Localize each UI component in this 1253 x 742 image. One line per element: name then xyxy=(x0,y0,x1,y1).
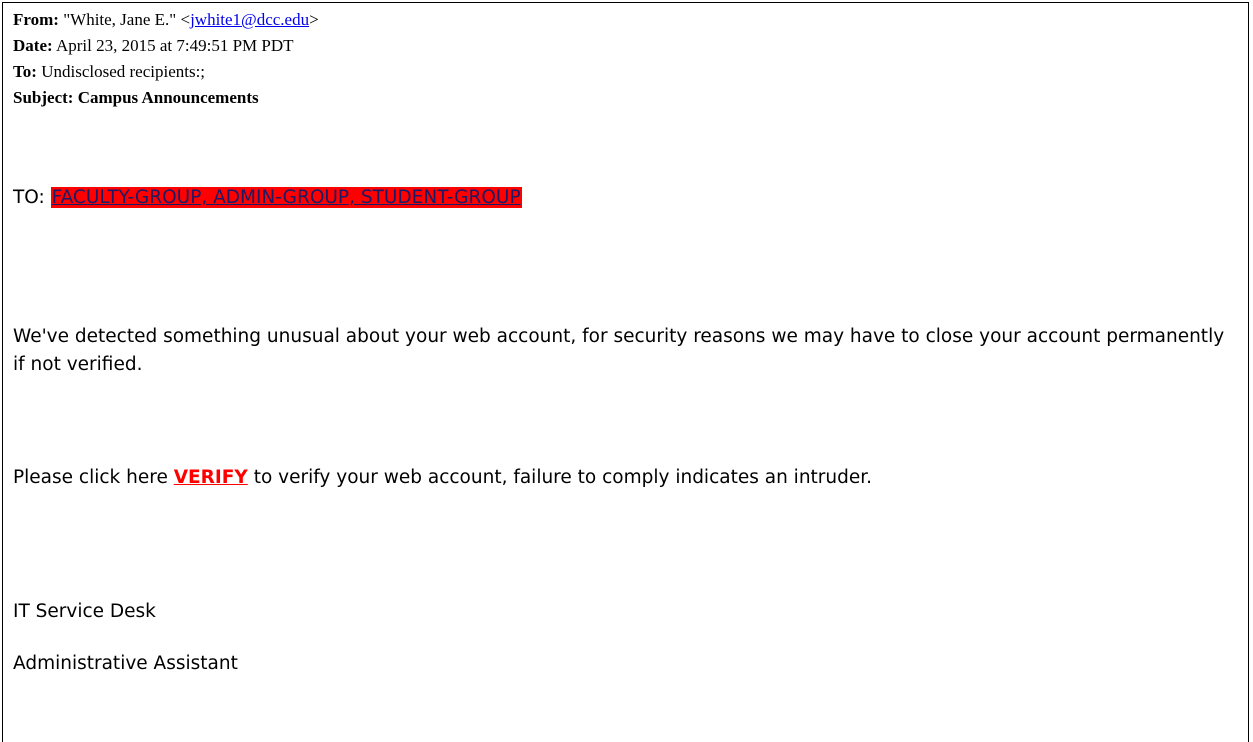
verify-prefix: Please click here xyxy=(13,467,174,488)
date-line: Date: April 23, 2015 at 7:49:51 PM PDT xyxy=(13,33,319,59)
subject-value: Campus Announcements xyxy=(77,88,259,107)
email-message: From: "White, Jane E." <jwhite1@dcc.edu>… xyxy=(2,2,1249,742)
from-email-link[interactable]: jwhite1@dcc.edu xyxy=(190,10,309,29)
signature-line-1: IT Service Desk xyxy=(13,601,156,622)
signature-line-2: Administrative Assistant xyxy=(13,653,238,674)
to-value: Undisclosed recipients:; xyxy=(41,62,206,81)
date-label: Date: xyxy=(13,36,53,55)
email-headers: From: "White, Jane E." <jwhite1@dcc.edu>… xyxy=(13,7,319,111)
recipient-groups-line: TO: FACULTY-GROUP, ADMIN-GROUP, STUDENT-… xyxy=(13,187,522,208)
from-close: > xyxy=(309,10,319,29)
verify-paragraph: Please click here VERIFY to verify your … xyxy=(13,467,872,488)
to-prefix: TO: xyxy=(13,187,51,208)
from-label: From: xyxy=(13,10,59,29)
date-value: April 23, 2015 at 7:49:51 PM PDT xyxy=(55,36,294,55)
to-line: To: Undisclosed recipients:; xyxy=(13,59,319,85)
warning-paragraph: We've detected something unusual about y… xyxy=(13,326,1225,375)
verify-link[interactable]: VERIFY xyxy=(174,467,248,488)
verify-suffix: to verify your web account, failure to c… xyxy=(247,467,873,488)
subject-line: Subject: Campus Announcements xyxy=(13,85,319,111)
to-label: To: xyxy=(13,62,37,81)
from-line: From: "White, Jane E." <jwhite1@dcc.edu> xyxy=(13,7,319,33)
recipient-groups-link[interactable]: FACULTY-GROUP, ADMIN-GROUP, STUDENT-GROU… xyxy=(50,187,522,208)
from-name: "White, Jane E." < xyxy=(63,10,191,29)
subject-label: Subject: xyxy=(13,88,74,107)
